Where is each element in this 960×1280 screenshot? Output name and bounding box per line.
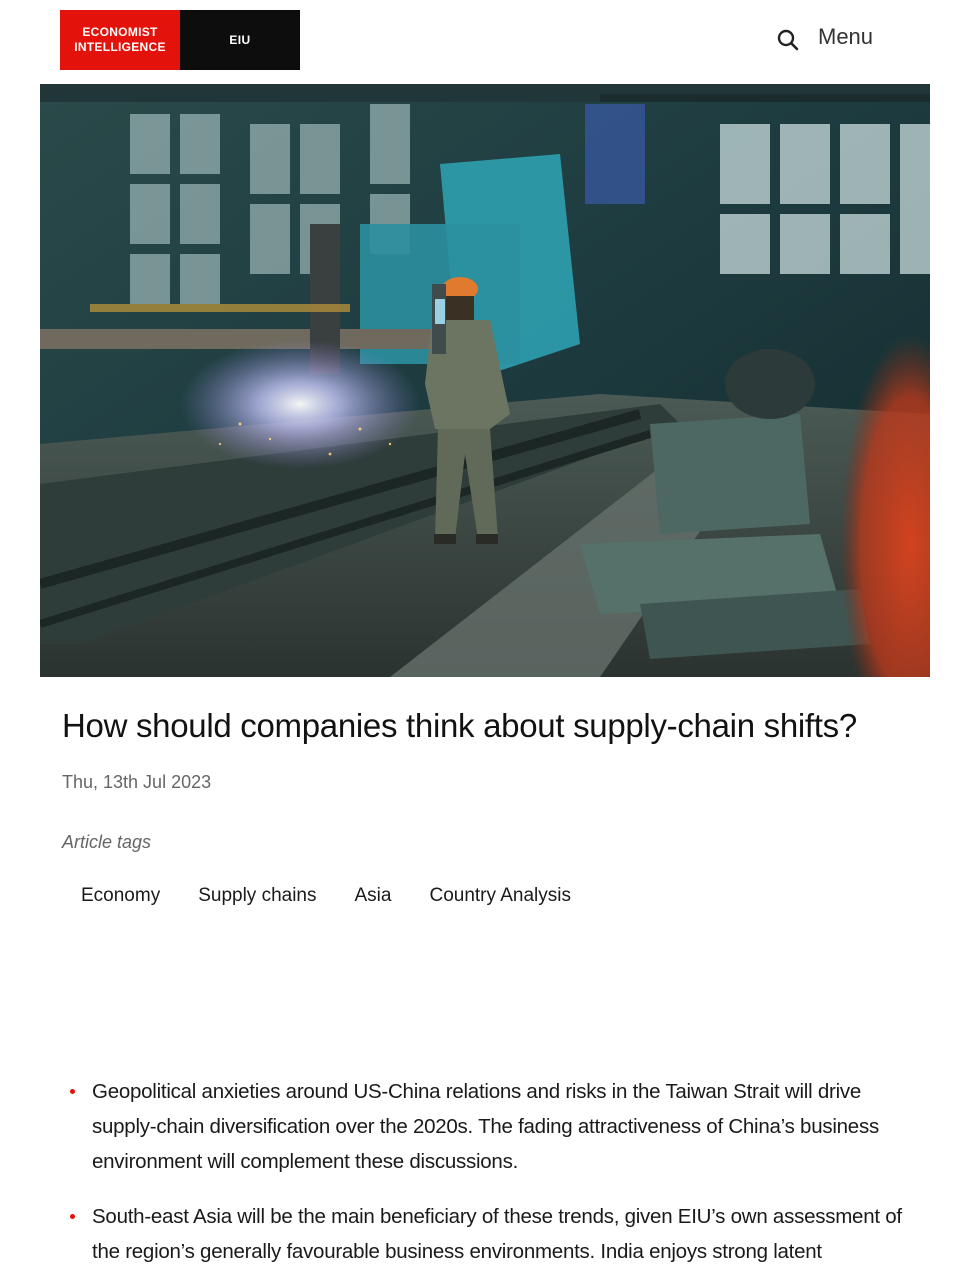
logo-short: EIU — [229, 33, 251, 47]
tag-economy[interactable]: Economy — [62, 880, 179, 912]
bullet-dot-icon — [70, 1089, 75, 1094]
summary-bullet-text: Geopolitical anxieties around US-China r… — [92, 1080, 879, 1173]
hero-image — [40, 84, 930, 677]
logo-black-block: EIU — [180, 10, 300, 70]
logo-line-1: ECONOMIST — [82, 25, 158, 39]
page: ECONOMIST INTELLIGENCE EIU Menu How shou… — [0, 0, 960, 1280]
eiu-logo[interactable]: ECONOMIST INTELLIGENCE EIU — [60, 10, 300, 70]
bullet-dot-icon — [70, 1214, 75, 1219]
menu-button[interactable]: Menu — [818, 22, 873, 52]
tag-country-analysis[interactable]: Country Analysis — [410, 880, 590, 912]
search-icon — [777, 29, 799, 51]
article-tags: Economy Supply chains Asia Country Analy… — [62, 880, 590, 912]
summary-bullet: Geopolitical anxieties around US-China r… — [62, 1074, 922, 1179]
article-summary-bullets: Geopolitical anxieties around US-China r… — [62, 1074, 922, 1280]
search-button[interactable] — [774, 26, 802, 54]
tag-asia[interactable]: Asia — [336, 880, 411, 912]
article-tags-label: Article tags — [62, 832, 152, 852]
summary-bullet: South-east Asia will be the main benefic… — [62, 1199, 922, 1269]
article-title: How should companies think about supply-… — [62, 707, 857, 744]
site-header: ECONOMIST INTELLIGENCE EIU Menu — [0, 0, 960, 84]
article-date: Thu, 13th Jul 2023 — [62, 772, 212, 792]
summary-bullet-text: South-east Asia will be the main benefic… — [92, 1205, 902, 1263]
logo-red-block: ECONOMIST INTELLIGENCE — [60, 10, 180, 70]
logo-line-2: INTELLIGENCE — [74, 40, 166, 54]
factory-photo — [40, 84, 930, 677]
tag-supply-chains[interactable]: Supply chains — [179, 880, 335, 912]
